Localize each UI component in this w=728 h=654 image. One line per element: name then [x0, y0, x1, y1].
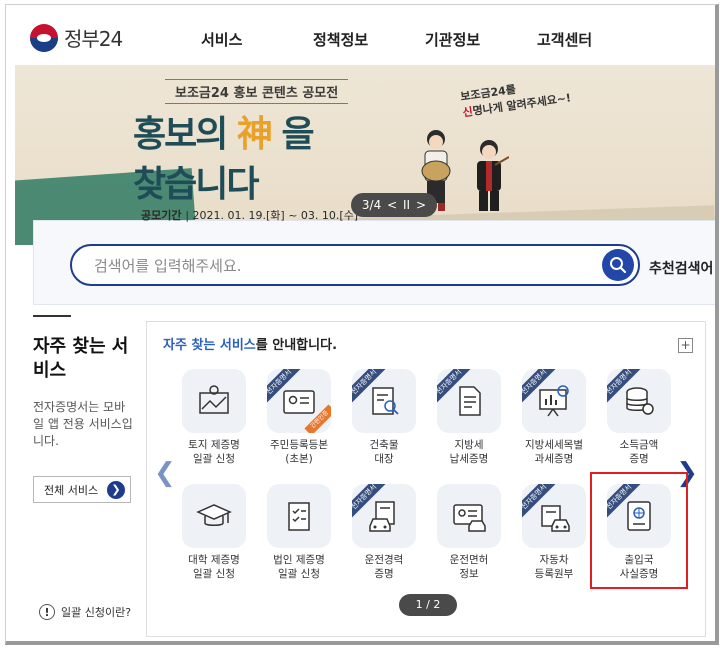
banner-subtitle: 보조금24 홍보 콘텐츠 공모전: [165, 79, 349, 104]
search-button[interactable]: [602, 249, 634, 281]
frequent-services-title: 자주 찾는 서비스: [33, 336, 129, 381]
nav-customer-center[interactable]: 고객센터: [537, 29, 649, 50]
banner-speech: 보조금24를 신명나게 알려주세요~!: [459, 82, 572, 120]
banner-period: 공모기간 | 2021. 01. 19.[화] ~ 03. 10.[수]: [141, 209, 359, 222]
mobile-only-notice: 전자증명서는 모바일 앱 전용 서비스입니다.: [33, 400, 133, 448]
service-income-certificate[interactable]: 전자증명서 소득금액 증명: [597, 369, 681, 466]
service-local-tax-assessment[interactable]: 전자증명서 지방세세목별 과세증명: [512, 369, 596, 466]
checklist-icon: [288, 502, 310, 531]
service-university-certificates[interactable]: 대학 제증명 일괄 신청: [172, 484, 256, 581]
all-services-label: 전체 서비스: [44, 483, 99, 497]
help-label: 일괄 신청이란?: [61, 606, 132, 619]
license-icon: [453, 504, 486, 532]
slide-next-button[interactable]: >: [416, 198, 426, 212]
service-corporate-certificates[interactable]: 법인 제증명 일괄 신청: [257, 484, 341, 581]
map-icon: [199, 385, 229, 414]
slide-counter: 3/4: [361, 198, 382, 212]
exclamation-icon: !: [39, 604, 55, 620]
service-land-certificates[interactable]: 토지 제증명 일괄 신청: [172, 369, 256, 466]
graduation-cap-icon: [196, 504, 232, 526]
highlight-box: [590, 472, 688, 589]
all-services-button[interactable]: 전체 서비스 ❯: [33, 476, 131, 503]
coins-icon: [626, 387, 654, 415]
presentation-icon: [539, 385, 569, 417]
banner-title-line1: 홍보의 神 을: [133, 114, 315, 155]
panel-title: 자주 찾는 서비스를 안내합니다.: [163, 338, 338, 353]
nav-services[interactable]: 서비스: [201, 29, 313, 50]
nav-agency-info[interactable]: 기관정보: [425, 29, 537, 50]
search-box: [70, 244, 640, 286]
car-register-icon: [541, 505, 570, 532]
document-icon: [459, 386, 481, 416]
kid-violinist-illustration: [477, 140, 509, 211]
chevron-right-icon: ❯: [107, 481, 125, 499]
banner-slide-controls: 3/4 < II >: [351, 193, 437, 217]
search-icon: [610, 257, 627, 274]
logo-text: 정부24: [64, 27, 123, 51]
expand-plus-button[interactable]: +: [678, 338, 693, 353]
search-area: 추천검색어: [33, 220, 715, 305]
id-card-icon: [283, 390, 315, 414]
service-resident-registration[interactable]: 전자증명서 간편인증 주민등록등본 (초본): [257, 369, 341, 466]
carousel-pager[interactable]: 1 / 2: [399, 594, 457, 616]
banner-title-line2: 찾습니다: [133, 164, 259, 205]
browser-frame: 정부24 서비스 정책정보 기관정보 고객센터 보조금24 홍보 콘텐츠 공모전…: [5, 4, 719, 645]
service-driver-license-info[interactable]: 운전면허 정보: [427, 484, 511, 581]
site-header: 정부24 서비스 정책정보 기관정보 고객센터: [6, 5, 715, 65]
promo-banner[interactable]: 보조금24 홍보 콘텐츠 공모전 홍보의 神 을 찾습니다 공모기간 | 202…: [15, 65, 715, 245]
slide-prev-button[interactable]: <: [387, 198, 397, 212]
section-divider: [33, 315, 71, 317]
site-logo[interactable]: 정부24: [30, 23, 123, 52]
service-driving-career[interactable]: 전자증명서 운전경력 증명: [342, 484, 426, 581]
nav-policy-info[interactable]: 정책정보: [313, 29, 425, 50]
search-input[interactable]: [94, 256, 564, 276]
frequent-services-panel: 자주 찾는 서비스를 안내합니다. + ❮ ❯ 토지 제증명 일괄 신청 전자증명…: [146, 321, 706, 637]
recommended-keywords-label[interactable]: 추천검색어: [649, 258, 713, 278]
taegeuk-logo-icon: [30, 23, 58, 52]
service-building-register[interactable]: 전자증명서 건축물 대장: [342, 369, 426, 466]
car-document-icon: [369, 501, 395, 532]
service-local-tax-payment[interactable]: 전자증명서 지방세 납세증명: [427, 369, 511, 466]
batch-apply-help-link[interactable]: ! 일괄 신청이란?: [39, 604, 131, 620]
main-nav: 서비스 정책정보 기관정보 고객센터: [201, 29, 649, 50]
slide-pause-button[interactable]: II: [403, 198, 410, 212]
service-car-registration[interactable]: 전자증명서 자동차 등록원부: [512, 484, 596, 581]
document-search-icon: [372, 387, 399, 415]
